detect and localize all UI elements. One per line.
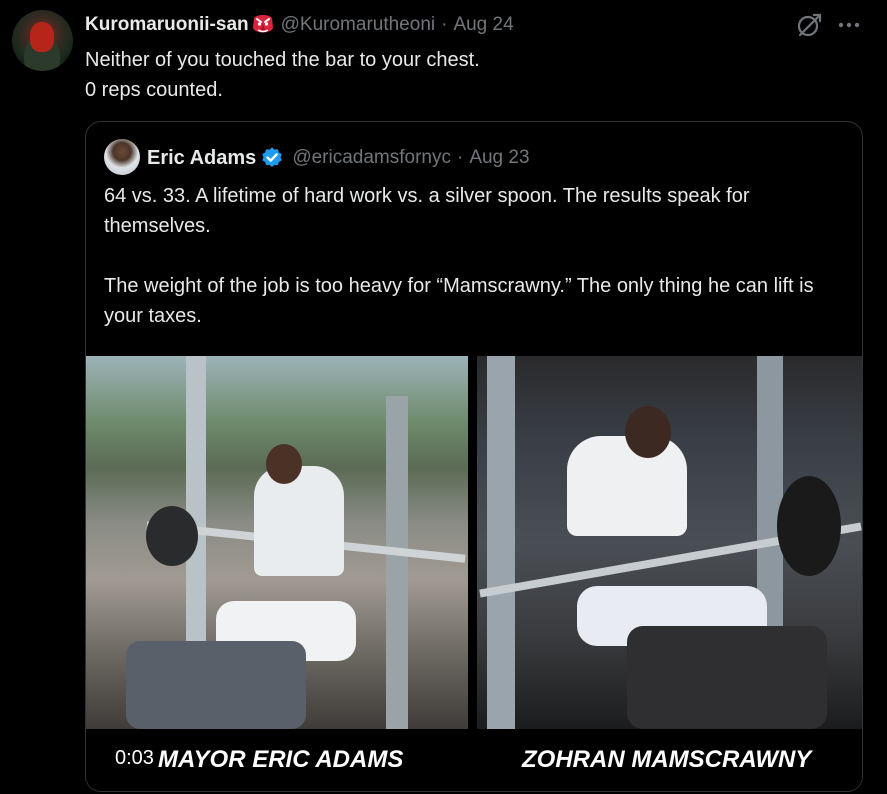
video-player[interactable]: MAYOR ERIC ADAMS ZOHRAN MAMSCRAWNY 0:03 — [86, 356, 862, 791]
video-frame-right — [477, 356, 862, 729]
quoted-tweet-card[interactable]: Eric Adams @ericadamsfornyc · Aug 23 64 … — [85, 121, 863, 792]
grok-icon[interactable] — [794, 11, 824, 41]
quoted-header-separator: · — [456, 147, 464, 168]
video-timestamp: 0:03 — [113, 747, 156, 770]
quoted-tweet-text: 64 vs. 33. A lifetime of hard work vs. a… — [104, 185, 814, 327]
quoted-tweet-date[interactable]: Aug 23 — [469, 147, 529, 169]
header-separator: · — [441, 14, 448, 35]
tweet-date[interactable]: Aug 24 — [453, 14, 513, 36]
tengu-mask-emoji-icon — [252, 15, 273, 33]
right-video-caption: ZOHRAN MAMSCRAWNY — [522, 746, 812, 773]
left-video-caption: MAYOR ERIC ADAMS — [158, 746, 404, 773]
more-icon[interactable] — [834, 14, 864, 36]
tweet-header: Kuromaruonii-san @Kuromarutheoni · Aug 2… — [85, 12, 514, 38]
author-display-name[interactable]: Kuromaruonii-san — [85, 14, 249, 36]
verified-badge-icon — [262, 147, 283, 167]
quoted-author-avatar[interactable] — [104, 139, 140, 175]
quoted-author-display-name[interactable]: Eric Adams — [147, 147, 256, 170]
video-frame-left — [86, 356, 468, 729]
author-handle[interactable]: @Kuromarutheoni — [281, 14, 435, 36]
quoted-author-handle[interactable]: @ericadamsfornyc — [292, 147, 451, 169]
author-avatar[interactable] — [12, 10, 73, 71]
quoted-tweet-header: Eric Adams @ericadamsfornyc · Aug 23 — [147, 144, 530, 172]
tweet-text: Neither of you touched the bar to your c… — [85, 49, 480, 101]
